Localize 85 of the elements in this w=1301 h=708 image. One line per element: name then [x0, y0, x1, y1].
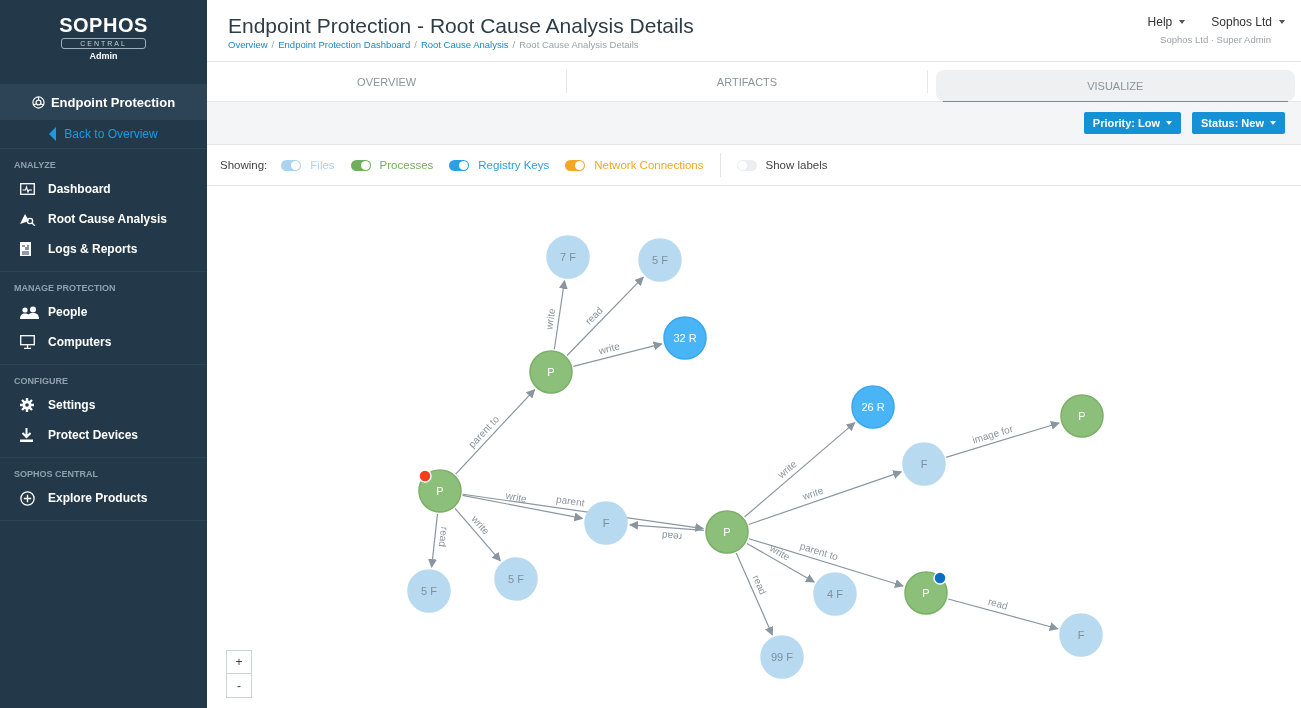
edge-label: write — [504, 489, 528, 505]
registry-node[interactable]: 32 R — [663, 316, 707, 360]
process-node[interactable]: P — [529, 350, 573, 394]
people-icon — [20, 305, 40, 319]
caret-icon — [49, 127, 57, 141]
dropdown-button[interactable]: Priority: Low — [1083, 112, 1182, 135]
edge-label: write — [767, 542, 792, 563]
edge-arrow — [428, 513, 439, 569]
toggle-switch[interactable] — [565, 159, 586, 171]
caret-icon — [1179, 20, 1186, 24]
nav-item[interactable]: Protect Devices — [0, 420, 207, 450]
zoom-button[interactable]: - — [226, 674, 252, 698]
filter-text: Show labels — [765, 159, 828, 172]
tab[interactable]: VISUALIZE — [935, 69, 1295, 102]
breadcrumb-separator: / — [512, 39, 516, 50]
breadcrumb-link[interactable]: Endpoint Protection Dashboard — [278, 39, 411, 50]
download-icon — [20, 428, 33, 442]
nav-item[interactable]: Logs & Reports — [0, 234, 207, 264]
menu-button[interactable]: Sophos Ltd — [1211, 15, 1285, 29]
caret-icon — [1270, 121, 1276, 126]
section-title: Endpoint Protection — [50, 94, 176, 110]
logo-brand: SOPHOS — [59, 14, 148, 36]
group-heading: MANAGE PROTECTION — [13, 282, 117, 295]
process-node[interactable]: P — [1060, 394, 1104, 438]
file-node[interactable]: 5 F — [407, 569, 451, 613]
edge-label: read — [661, 530, 683, 543]
breadcrumb-separator: / — [414, 39, 417, 50]
search-icon — [20, 212, 36, 226]
edge-label: parent — [555, 493, 586, 509]
back-link[interactable]: Back to Overview — [0, 120, 207, 149]
file-node[interactable]: 5 F — [638, 238, 682, 282]
filter-text: Processes — [379, 159, 434, 172]
edge-label: read — [986, 595, 1010, 612]
file-node[interactable]: F — [584, 501, 628, 545]
filter-label: Showing: — [220, 159, 268, 172]
edge-label: read — [436, 526, 451, 548]
breadcrumb-link[interactable]: Root Cause Analysis — [420, 39, 509, 50]
breadcrumb-link[interactable]: Overview — [228, 39, 268, 50]
document-icon — [20, 242, 31, 256]
breadcrumb-current: Root Cause Analysis Details — [519, 39, 639, 50]
toggle-switch[interactable] — [350, 159, 371, 171]
caret-icon — [1279, 20, 1285, 24]
file-node[interactable]: F — [1059, 613, 1103, 657]
process-node[interactable]: P — [705, 510, 749, 554]
toggle-switch[interactable] — [281, 159, 302, 171]
zoom-button[interactable]: + — [226, 650, 252, 674]
registry-node[interactable]: 26 R — [851, 385, 895, 429]
menu-button[interactable]: Help — [1147, 15, 1186, 29]
breadcrumb-separator: / — [271, 39, 275, 50]
process-node[interactable]: P — [904, 571, 948, 615]
filter-text: Files — [310, 159, 335, 172]
nav-item[interactable]: Dashboard — [0, 174, 207, 204]
edge-label: write — [543, 307, 558, 331]
edge-label: write — [775, 458, 799, 481]
edge-label: parent to — [798, 540, 840, 563]
page-title: Endpoint Protection - Root Cause Analysis Details — [228, 13, 694, 39]
edge-label: write — [801, 484, 825, 502]
nav-item[interactable]: Settings — [0, 390, 207, 420]
dropdown-button[interactable]: Status: New — [1192, 112, 1285, 135]
nav-item[interactable]: Explore Products — [0, 483, 207, 513]
file-node[interactable]: 99 F — [760, 635, 804, 679]
file-node[interactable]: 7 F — [546, 235, 590, 279]
group-heading: ANALYZE — [13, 159, 57, 172]
toggle-switch[interactable] — [449, 159, 470, 171]
chart-icon — [20, 183, 35, 195]
settings-icon — [20, 398, 34, 412]
file-node[interactable]: F — [902, 442, 946, 486]
edge-label: write — [597, 340, 621, 357]
group-heading: SOPHOS CENTRAL — [13, 468, 99, 481]
group-heading: CONFIGURE — [13, 375, 69, 388]
file-node[interactable]: 4 F — [813, 572, 857, 616]
nav-item[interactable]: Root Cause Analysis — [0, 204, 207, 234]
monitor-icon — [20, 335, 35, 349]
file-node[interactable]: 5 F — [494, 557, 538, 601]
process-node[interactable]: P — [418, 469, 462, 513]
nav-item[interactable]: People — [0, 297, 207, 327]
account-subtitle: Sophos Ltd · Super Admin — [1160, 34, 1271, 45]
plus-circle-icon — [20, 490, 35, 506]
logo-role: Admin — [89, 51, 118, 61]
nav-item[interactable]: Computers — [0, 327, 207, 357]
edge-label: read — [750, 573, 769, 597]
filter-text: Network Connections — [594, 159, 704, 172]
caret-icon — [1166, 121, 1173, 126]
edge-label: image for — [971, 422, 1015, 446]
filter-text: Registry Keys — [478, 159, 550, 172]
